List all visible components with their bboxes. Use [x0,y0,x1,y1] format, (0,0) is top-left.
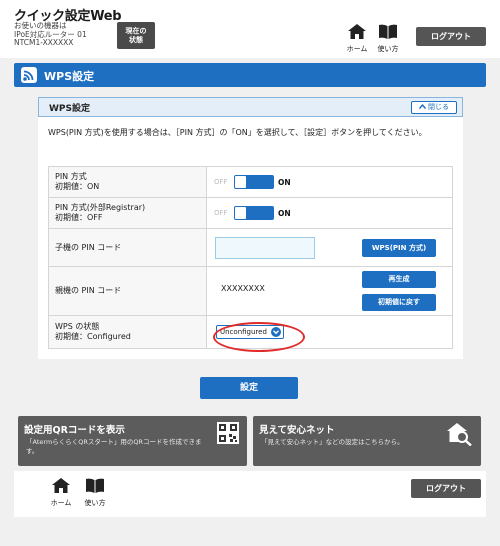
wifi-icon [21,67,37,83]
row-value-cell: Unconfigured [206,315,453,352]
footer-home-label: ホーム [50,499,72,507]
qr-desc-line: 「AtermらくらくQRスタート」用のQRコードを作成できま [26,438,202,446]
row-label-cell: 子機の PIN コード [48,228,207,267]
collapse-button[interactable]: 閉じる [411,101,457,114]
row-default: 初期値：ON [55,182,100,191]
row-label-cell: PIN 方式 初期値：ON [48,166,207,198]
panel-header: WPS設定 閉じる [38,97,463,117]
highlight-ellipse [213,322,305,352]
home-icon [344,24,370,43]
wps-panel: WPS設定 閉じる WPS(PIN 方式)を使用する場合は、［PIN 方式］の「… [38,97,463,359]
panel-title: WPS設定 [49,104,91,114]
footer-logout-button[interactable]: ログアウト [411,479,481,498]
row-label-cell: 親機の PIN コード [48,266,207,316]
row-label: PIN 方式(外部Registrar) [55,203,146,212]
settings-table: PIN 方式 初期値：ON OFF ON PIN 方式(外部Registrar)… [48,166,453,352]
toggle-off-label: OFF [214,178,228,186]
current-status-button[interactable]: 現在の 状態 [117,22,155,49]
row-value-cell: XXXXXXXX 再生成 初期値に戻す [206,266,453,316]
safety-tile-title: 見えて安心ネット [259,425,335,436]
child-pin-input[interactable] [215,237,315,259]
row-label: WPS の状態 [55,322,100,331]
footer-help-button[interactable]: 使い方 [82,478,108,508]
row-value-cell: OFF ON [206,166,453,198]
qr-code-icon [217,422,239,448]
footer-help-label: 使い方 [84,499,106,507]
page: クイック設定Web お使いの機器は IPoE対応ルーター 01 NTCM1-XX… [0,0,500,546]
section-header: WPS設定 [14,63,486,87]
settings-row-pin-registrar: PIN 方式(外部Registrar) 初期値：OFF OFF ON [48,197,453,229]
qr-desc-line: す。 [26,447,39,455]
row-label-cell: PIN 方式(外部Registrar) 初期値：OFF [48,197,207,229]
collapse-label: 閉じる [428,103,449,111]
settings-row-parent-pin: 親機の PIN コード XXXXXXXX 再生成 初期値に戻す [48,266,453,316]
toggle-off-label: OFF [214,209,228,217]
panel-description: WPS(PIN 方式)を使用する場合は、［PIN 方式］の「ON」を選択して、［… [48,128,427,137]
section-title: WPS設定 [44,70,95,83]
wps-status-select[interactable]: Unconfigured [213,322,305,352]
row-value-cell: WPS(PIN 方式) [206,228,453,267]
toggle-on-label: ON [278,209,291,218]
qr-tile-title: 設定用QRコードを表示 [24,425,125,436]
help-nav-button[interactable]: 使い方 [375,24,401,54]
device-info: お使いの機器は IPoE対応ルーター 01 NTCM1-XXXXXX [14,21,124,48]
qr-tile-description: 「AtermらくらくQRスタート」用のQRコードを作成できま す。 [26,438,202,456]
book-icon [82,478,108,497]
help-label: 使い方 [377,45,399,53]
parent-pin-value: XXXXXXXX [221,284,265,293]
toggle-knob [235,207,246,219]
home-label: ホーム [346,45,368,53]
row-label: PIN 方式 [55,172,87,181]
row-default: 初期値：OFF [55,213,103,222]
safety-tile-description: 「見えて安心ネット」などの設定はこちらから。 [261,438,404,447]
footer-home-button[interactable]: ホーム [48,478,74,508]
chevron-up-icon [418,102,427,113]
settings-row-wps-status: WPS の状態 初期値：Configured Unconfigured [48,315,453,352]
status-button-label: 状態 [129,36,143,44]
submit-button[interactable]: 設定 [200,377,298,399]
row-label-cell: WPS の状態 初期値：Configured [48,315,207,349]
settings-row-pin-method: PIN 方式 初期値：ON OFF ON [48,166,453,198]
house-search-icon [447,422,473,450]
header: クイック設定Web お使いの機器は IPoE対応ルーター 01 NTCM1-XX… [0,0,500,58]
regenerate-button[interactable]: 再生成 [362,271,436,288]
safety-desc-line: 「見えて安心ネット」などの設定はこちらから。 [261,438,404,446]
row-label: 親機の PIN コード [55,286,122,295]
home-nav-button[interactable]: ホーム [344,24,370,54]
safety-net-tile[interactable]: 見えて安心ネット 「見えて安心ネット」などの設定はこちらから。 [253,416,481,466]
row-default: 初期値：Configured [55,332,131,341]
book-icon [375,24,401,43]
row-value-cell: OFF ON [206,197,453,229]
chevron-down-icon [271,327,281,337]
toggle-on-label: ON [278,178,291,187]
reset-default-button[interactable]: 初期値に戻す [362,294,436,311]
qr-code-tile[interactable]: 設定用QRコードを表示 「AtermらくらくQRスタート」用のQRコードを作成で… [18,416,247,466]
row-label: 子機の PIN コード [55,242,122,252]
toggle-knob [235,176,246,188]
logout-button[interactable]: ログアウト [416,27,486,46]
footer: ホーム 使い方 ログアウト [14,471,486,517]
wps-pin-button[interactable]: WPS(PIN 方式) [362,239,436,257]
status-button-label: 現在の [125,27,147,35]
settings-row-child-pin: 子機の PIN コード WPS(PIN 方式) [48,228,453,267]
device-info-line: NTCM1-XXXXXX [14,38,74,47]
wps-status-selected: Unconfigured [220,328,267,336]
home-icon [48,478,74,497]
